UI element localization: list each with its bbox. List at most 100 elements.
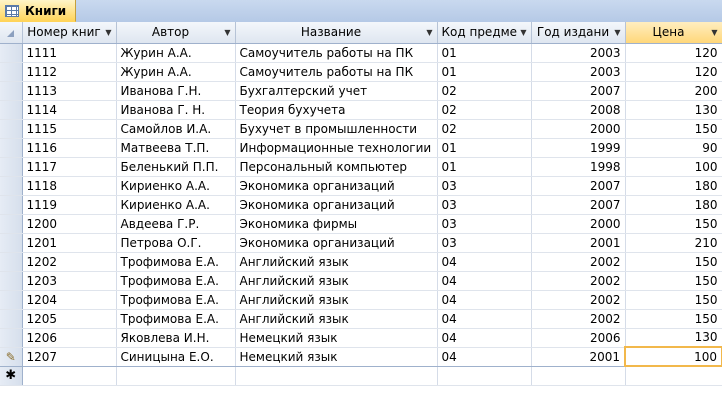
book-number-cell[interactable]: 1203 [22, 271, 117, 291]
year-cell[interactable]: 2008 [531, 100, 626, 120]
price-cell[interactable]: 120 [625, 62, 722, 82]
price-cell[interactable]: 100 [625, 157, 722, 177]
table-row[interactable]: 1205 Трофимова Е.А. Английский язык 04 2002 1… [0, 309, 722, 329]
book-number-cell[interactable]: 1204 [22, 290, 117, 310]
dropdown-arrow-icon[interactable]: ▼ [224, 28, 230, 37]
year-cell[interactable]: 2002 [531, 309, 626, 329]
table-row[interactable]: 1204 Трофимова Е.А. Английский язык 04 2002 1… [0, 290, 722, 310]
title-cell[interactable]: Экономика организаций [235, 233, 438, 253]
new-record-row[interactable]: ✱ [0, 366, 722, 386]
price-cell[interactable]: 150 [625, 252, 722, 272]
column-header-god[interactable]: Год издани ▼ [531, 22, 626, 44]
title-cell[interactable]: Немецкий язык [235, 347, 438, 367]
column-header-avtor[interactable]: Автор ▼ [116, 22, 236, 44]
book-number-cell[interactable]: 1114 [22, 100, 117, 120]
title-cell[interactable]: Персональный компьютер [235, 157, 438, 177]
row-selector[interactable] [0, 309, 23, 329]
title-cell[interactable]: Теория бухучета [235, 100, 438, 120]
price-cell[interactable]: 150 [625, 119, 722, 139]
author-cell[interactable]: Журин А.А. [116, 62, 236, 82]
subject-code-cell[interactable]: 02 [437, 81, 532, 101]
year-cell[interactable]: 2002 [531, 271, 626, 291]
book-number-cell[interactable]: 1206 [22, 328, 117, 348]
table-row[interactable]: 1202 Трофимова Е.А. Английский язык 04 2002 1… [0, 252, 722, 272]
price-cell[interactable]: 100 [624, 346, 722, 367]
title-cell[interactable]: Самоучитель работы на ПК [235, 43, 438, 63]
table-row[interactable]: 1200 Авдеева Г.Р. Экономика фирмы 03 2000 150 [0, 214, 722, 234]
row-selector[interactable] [0, 214, 23, 234]
table-row[interactable]: 1203 Трофимова Е.А. Английский язык 04 2002 1… [0, 271, 722, 291]
subject-code-cell[interactable]: 01 [437, 157, 532, 177]
table-row[interactable]: ✎ 1207 Синицына Е.О. Немецкий язык 04 2001 100 [0, 346, 722, 367]
year-cell[interactable]: 2003 [531, 43, 626, 63]
row-selector[interactable]: ✱ [0, 366, 23, 386]
year-cell[interactable]: 2007 [531, 176, 626, 196]
table-row[interactable]: 1112 Журин А.А. Самоучитель работы на ПК 01… [0, 62, 722, 82]
subject-code-cell[interactable]: 04 [437, 290, 532, 310]
year-cell[interactable]: 2000 [531, 119, 626, 139]
book-number-cell[interactable]: 1205 [22, 309, 117, 329]
price-cell[interactable]: 210 [625, 233, 722, 253]
subject-code-cell[interactable]: 03 [437, 176, 532, 196]
table-row[interactable]: 1117 Беленький П.П. Персональный компьютер… [0, 157, 722, 177]
row-selector[interactable] [0, 271, 23, 291]
tab-knigi[interactable]: Книги [0, 0, 76, 22]
empty-cell[interactable] [235, 366, 438, 386]
subject-code-cell[interactable]: 01 [437, 138, 532, 158]
year-cell[interactable]: 2006 [531, 328, 626, 348]
row-selector[interactable] [0, 43, 23, 63]
row-selector[interactable] [0, 81, 23, 101]
book-number-cell[interactable]: 1115 [22, 119, 117, 139]
row-selector[interactable] [0, 119, 23, 139]
subject-code-cell[interactable]: 04 [437, 347, 532, 367]
author-cell[interactable]: Кириенко А.А. [116, 176, 236, 196]
book-number-cell[interactable]: 1111 [22, 43, 117, 63]
select-all-corner[interactable] [0, 22, 23, 44]
book-number-cell[interactable]: 1112 [22, 62, 117, 82]
title-cell[interactable]: Самоучитель работы на ПК [235, 62, 438, 82]
book-number-cell[interactable]: 1116 [22, 138, 117, 158]
author-cell[interactable]: Авдеева Г.Р. [116, 214, 236, 234]
row-selector[interactable] [0, 138, 23, 158]
row-selector[interactable] [0, 195, 23, 215]
subject-code-cell[interactable]: 04 [437, 252, 532, 272]
book-number-cell[interactable]: 1117 [22, 157, 117, 177]
book-number-cell[interactable]: 1202 [22, 252, 117, 272]
price-cell[interactable]: 120 [625, 43, 722, 63]
author-cell[interactable]: Петрова О.Г. [116, 233, 236, 253]
empty-cell[interactable] [22, 366, 117, 386]
dropdown-arrow-icon[interactable]: ▼ [711, 28, 717, 37]
book-number-cell[interactable]: 1207 [22, 347, 117, 367]
price-cell[interactable]: 150 [625, 309, 722, 329]
title-cell[interactable]: Английский язык [235, 309, 438, 329]
subject-code-cell[interactable]: 03 [437, 233, 532, 253]
table-row[interactable]: 1115 Самойлов И.А. Бухучет в промышленност… [0, 119, 722, 139]
subject-code-cell[interactable]: 04 [437, 271, 532, 291]
year-cell[interactable]: 1999 [531, 138, 626, 158]
price-cell[interactable]: 180 [625, 176, 722, 196]
year-cell[interactable]: 2001 [531, 233, 626, 253]
table-row[interactable]: 1111 Журин А.А. Самоучитель работы на ПК 01… [0, 43, 722, 63]
column-header-nomer[interactable]: Номер книг ▼ [22, 22, 117, 44]
author-cell[interactable]: Синицына Е.О. [116, 347, 236, 367]
title-cell[interactable]: Английский язык [235, 252, 438, 272]
row-selector[interactable] [0, 157, 23, 177]
year-cell[interactable]: 2003 [531, 62, 626, 82]
dropdown-arrow-icon[interactable]: ▼ [426, 28, 432, 37]
empty-cell[interactable] [437, 366, 532, 386]
author-cell[interactable]: Журин А.А. [116, 43, 236, 63]
author-cell[interactable]: Трофимова Е.А. [116, 309, 236, 329]
year-cell[interactable]: 2001 [531, 347, 626, 367]
table-row[interactable]: 1114 Иванова Г. Н. Теория бухучета 02 2008 13… [0, 100, 722, 120]
author-cell[interactable]: Трофимова Е.А. [116, 252, 236, 272]
table-row[interactable]: 1201 Петрова О.Г. Экономика организаций 03 2… [0, 233, 722, 253]
column-header-kod[interactable]: Код предме ▼ [437, 22, 532, 44]
author-cell[interactable]: Трофимова Е.А. [116, 271, 236, 291]
row-selector[interactable] [0, 62, 23, 82]
year-cell[interactable]: 2007 [531, 195, 626, 215]
title-cell[interactable]: Английский язык [235, 271, 438, 291]
empty-cell[interactable] [531, 366, 626, 386]
year-cell[interactable]: 2002 [531, 252, 626, 272]
subject-code-cell[interactable]: 02 [437, 100, 532, 120]
subject-code-cell[interactable]: 02 [437, 119, 532, 139]
